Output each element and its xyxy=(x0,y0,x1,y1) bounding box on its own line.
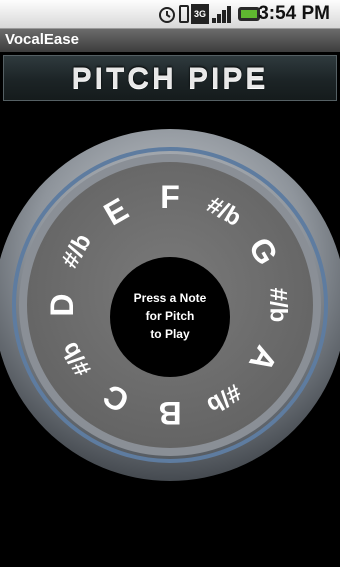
note-b[interactable]: B xyxy=(158,395,181,431)
app-title: VocalEase xyxy=(5,31,79,48)
note-d[interactable]: D xyxy=(44,293,80,316)
clock: 3:54 PM xyxy=(258,3,330,24)
data-3g-icon: 3G xyxy=(191,4,209,24)
note-accidental-3[interactable]: #/b xyxy=(265,288,292,323)
status-bar: 3G 3:54 PM xyxy=(0,0,340,29)
app-title-bar: VocalEase xyxy=(0,29,340,52)
vibrate-icon xyxy=(179,5,189,23)
alarm-icon xyxy=(159,7,175,23)
signal-icon xyxy=(212,6,231,23)
center-text-line-2: for Pitch xyxy=(146,309,195,323)
note-f[interactable]: F xyxy=(160,179,180,215)
center-text-line-1: Press a Note xyxy=(134,291,207,305)
header-banner: PITCH PIPE xyxy=(3,55,337,101)
page-title: PITCH PIPE xyxy=(71,62,269,95)
center-text-line-3: to Play xyxy=(150,327,190,341)
pitch-pipe: F #/bG#/bA#/bBC#/bD#/bE Press a Note for … xyxy=(0,129,340,481)
